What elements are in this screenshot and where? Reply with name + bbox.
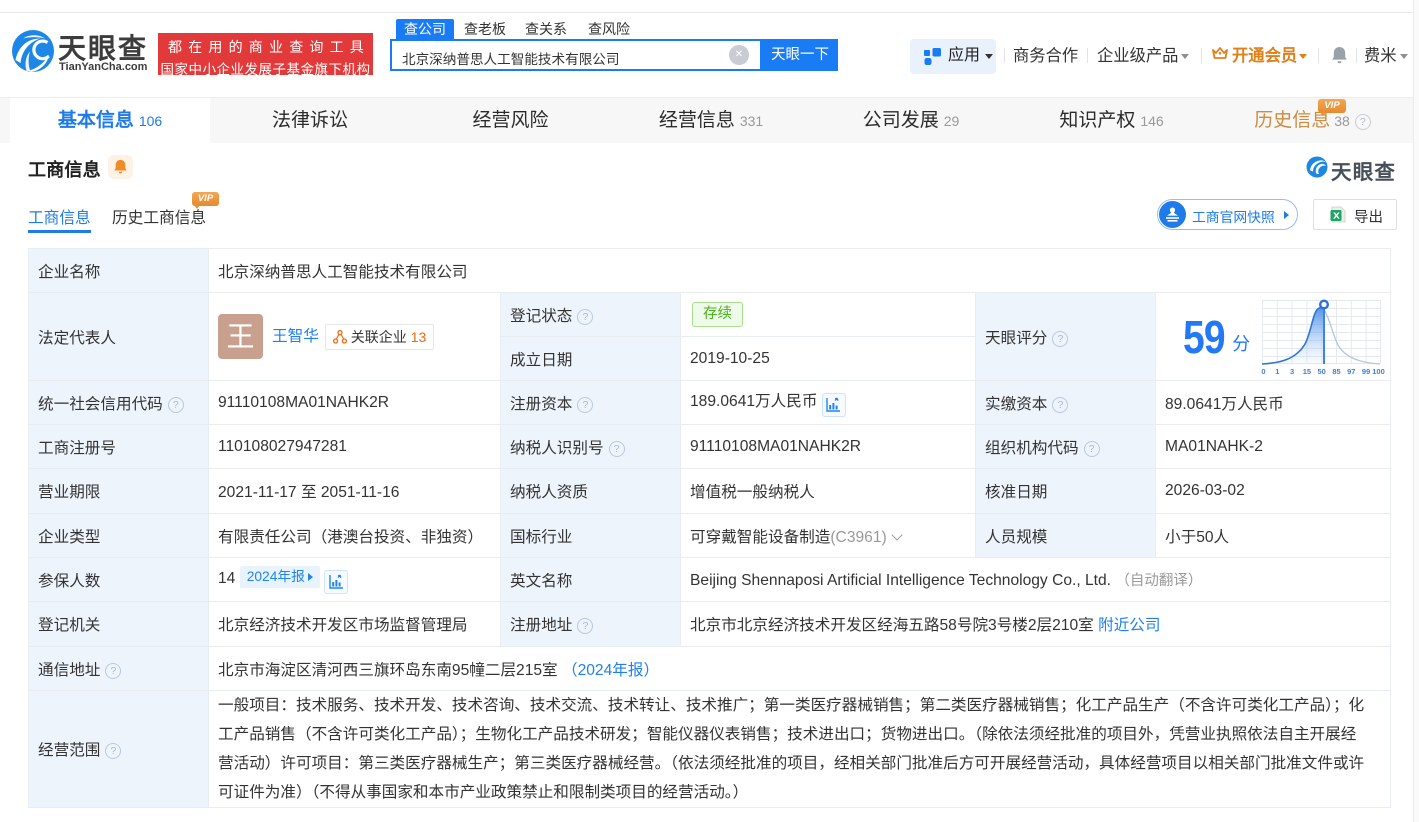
svg-text:99: 99 xyxy=(1362,367,1370,376)
svg-text:1: 1 xyxy=(1275,367,1279,376)
svg-text:0: 0 xyxy=(1261,367,1265,376)
svg-text:85: 85 xyxy=(1332,367,1340,376)
svg-text:97: 97 xyxy=(1347,367,1355,376)
svg-text:50: 50 xyxy=(1318,367,1326,376)
svg-text:3: 3 xyxy=(1290,367,1294,376)
svg-text:100: 100 xyxy=(1372,367,1385,376)
svg-text:15: 15 xyxy=(1303,367,1311,376)
